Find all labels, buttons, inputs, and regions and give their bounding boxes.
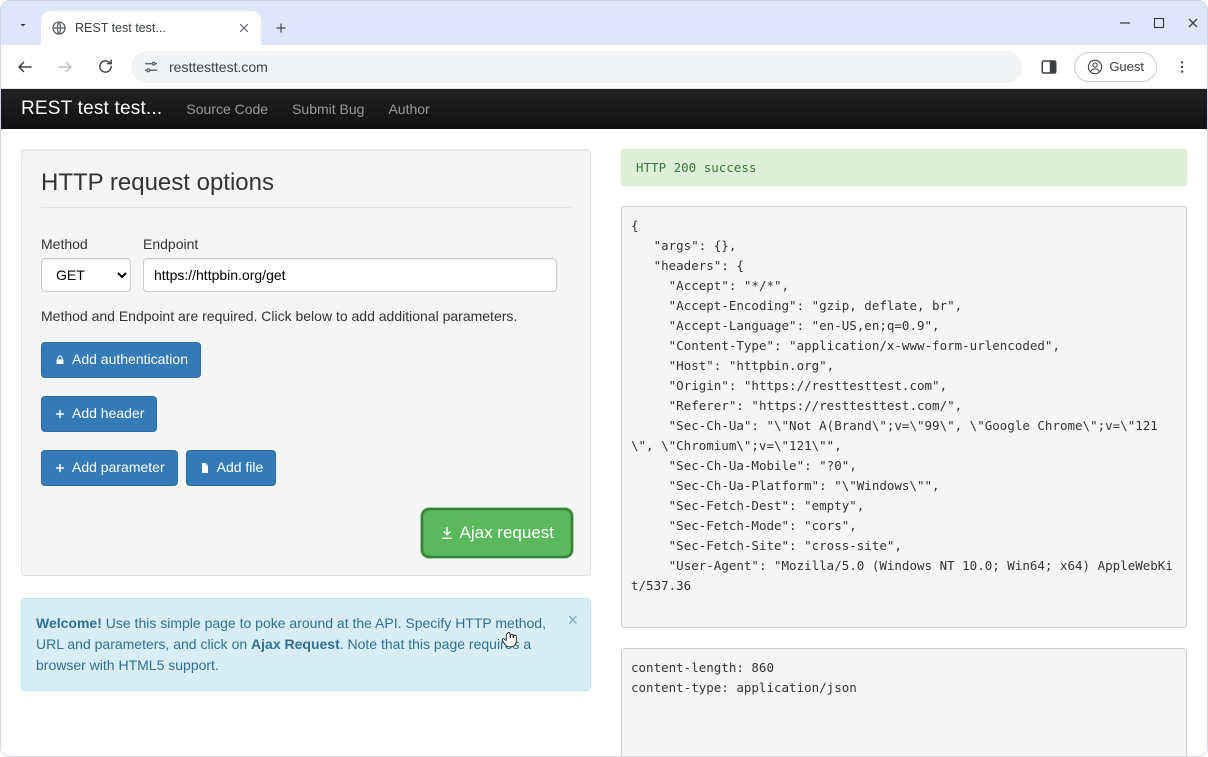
guest-icon: [1087, 59, 1103, 75]
side-panel-icon: [1040, 58, 1058, 76]
profile-label: Guest: [1109, 59, 1144, 74]
panel-heading: HTTP request options: [41, 169, 571, 197]
arrow-left-icon: [16, 58, 34, 76]
lock-icon: [54, 354, 66, 366]
nav-submit-bug[interactable]: Submit Bug: [292, 101, 364, 117]
nav-source-code[interactable]: Source Code: [186, 101, 268, 117]
add-file-button[interactable]: Add file: [186, 450, 277, 486]
method-label: Method: [41, 236, 131, 252]
minimize-icon[interactable]: [1119, 17, 1131, 29]
kebab-icon: [1174, 59, 1190, 75]
maximize-icon[interactable]: [1153, 17, 1165, 29]
browser-tab-strip: REST test test...: [1, 1, 1207, 45]
reload-button[interactable]: [91, 53, 119, 81]
tab-title: REST test test...: [75, 21, 229, 35]
method-select[interactable]: GET: [41, 258, 131, 292]
nav-author[interactable]: Author: [388, 101, 429, 117]
globe-icon: [51, 20, 67, 36]
endpoint-label: Endpoint: [143, 236, 557, 252]
new-tab-button[interactable]: [267, 14, 295, 42]
brand[interactable]: REST test test...: [21, 98, 162, 120]
plus-icon: [54, 462, 66, 474]
plus-icon: [54, 408, 66, 420]
download-icon: [440, 526, 454, 540]
tab-search-dropdown[interactable]: [9, 11, 37, 39]
help-text: Method and Endpoint are required. Click …: [41, 308, 571, 324]
url-text: resttesttest.com: [169, 59, 268, 75]
close-alert-button[interactable]: ×: [567, 607, 578, 634]
reload-icon: [97, 58, 114, 75]
response-body[interactable]: { "args": {}, "headers": { "Accept": "*/…: [621, 206, 1187, 628]
forward-button[interactable]: [51, 53, 79, 81]
window-controls: [1119, 1, 1199, 45]
divider: [41, 207, 571, 208]
site-settings-icon[interactable]: [143, 59, 159, 75]
add-header-button[interactable]: Add header: [41, 396, 157, 432]
welcome-alert: × Welcome! Use this simple page to poke …: [21, 598, 591, 691]
file-icon: [199, 462, 211, 474]
response-status: HTTP 200 success: [621, 149, 1187, 186]
back-button[interactable]: [11, 53, 39, 81]
address-bar[interactable]: resttesttest.com: [131, 51, 1022, 83]
endpoint-input[interactable]: [143, 258, 557, 292]
page-content: REST test test... Source Code Submit Bug…: [1, 89, 1207, 756]
browser-menu-button[interactable]: [1167, 52, 1197, 82]
add-parameter-button[interactable]: Add parameter: [41, 450, 178, 486]
arrow-right-icon: [56, 58, 74, 76]
browser-tab[interactable]: REST test test...: [41, 11, 261, 45]
plus-icon: [274, 21, 288, 35]
app-navbar: REST test test... Source Code Submit Bug…: [1, 89, 1207, 129]
response-headers[interactable]: content-length: 860 content-type: applic…: [621, 648, 1187, 756]
close-tab-icon[interactable]: [237, 21, 251, 35]
request-options-panel: HTTP request options Method GET Endpoint: [21, 149, 591, 576]
welcome-strong: Welcome!: [36, 615, 102, 631]
close-window-icon[interactable]: [1187, 17, 1199, 29]
browser-toolbar: resttesttest.com Guest: [1, 45, 1207, 89]
add-authentication-button[interactable]: Add authentication: [41, 342, 201, 378]
chevron-down-icon: [17, 19, 29, 31]
profile-chip[interactable]: Guest: [1074, 52, 1157, 82]
side-panel-button[interactable]: [1034, 52, 1064, 82]
ajax-request-button[interactable]: Ajax request: [423, 510, 572, 556]
